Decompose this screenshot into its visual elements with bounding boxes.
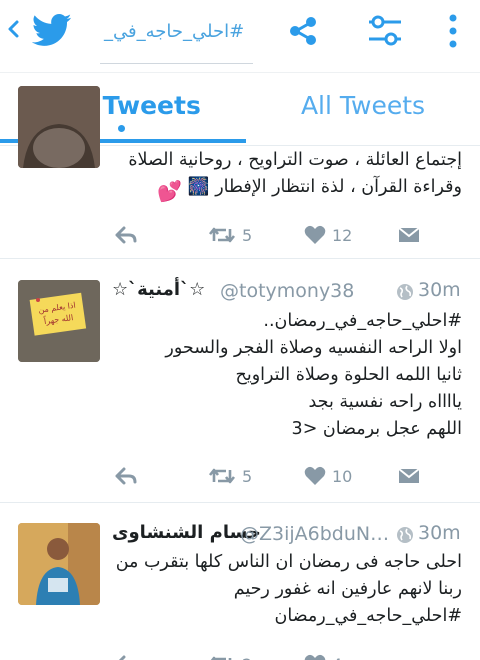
app-bar: #احلي_حاجه_في_ — [0, 0, 480, 72]
user-handle[interactable]: @totymony38 — [220, 280, 354, 302]
tweet-text-line: ربنا لانهم عارفين انه غفور رحيم — [233, 579, 462, 599]
retweet-count: 5 — [242, 225, 253, 245]
tweet-item[interactable]: حسام الشنشاوى @Z3ijA6bduN… 30m احلى حاجه… — [0, 503, 480, 660]
tweet-actions: 5 12 — [112, 220, 432, 250]
avatar[interactable] — [18, 523, 100, 605]
tweet-text-line: إجتماع العائلة ، صوت التراويح ، روحانية … — [128, 150, 462, 170]
like-count: 10 — [332, 466, 353, 486]
tweet-text-line: احلى حاجه فى رمضان ان الناس كلها بتقرب م… — [115, 552, 462, 572]
user-handle[interactable]: @Z3ijA6bduN… — [240, 523, 389, 545]
twitter-bird-icon[interactable] — [30, 10, 74, 50]
tweet-actions: 5 10 — [112, 461, 432, 491]
message-icon[interactable] — [398, 220, 420, 250]
tab-all-tweets[interactable]: All Tweets — [246, 73, 480, 143]
like-button[interactable]: 10 — [304, 461, 352, 491]
filter-sliders-icon[interactable] — [366, 12, 404, 50]
tweet-text-line: #احلي_حاجه_في_رمضان — [274, 606, 462, 626]
reply-icon[interactable] — [114, 649, 138, 660]
retweet-count: 5 — [242, 466, 253, 486]
search-query-text: #احلي_حاجه_في_ — [104, 21, 245, 42]
retweet-button[interactable]: 5 — [208, 220, 252, 250]
tweet-time: 30m — [418, 279, 461, 301]
tweet-time: 30m — [418, 522, 461, 544]
globe-icon — [397, 284, 413, 300]
like-count: 12 — [332, 225, 353, 245]
retweet-icon — [208, 227, 236, 243]
new-items-dot — [118, 125, 125, 132]
avatar[interactable] — [18, 86, 100, 168]
search-query-field[interactable]: #احلي_حاجه_في_ — [100, 8, 253, 64]
globe-icon — [397, 527, 413, 543]
like-count: 4 — [332, 655, 342, 660]
tweet-item[interactable]: إجتماع العائلة ، صوت التراويح ، روحانية … — [0, 86, 480, 259]
heart-icon — [304, 466, 326, 485]
retweet-button[interactable]: 2 — [208, 649, 252, 660]
tweet-actions: 2 4 — [112, 649, 432, 660]
retweet-icon — [208, 468, 236, 484]
tweet-text-line: اللهم عجل برمضان <3 — [291, 419, 462, 439]
tweet-text-line: اولا الراحه النفسيه وصلاة الفجر والسحور — [165, 338, 462, 358]
reply-icon[interactable] — [114, 461, 138, 491]
tweet-text-line: يااااه راحه نفسية بجد — [308, 392, 462, 412]
avatar[interactable]: اذا يعلم من الله جهراً — [18, 280, 100, 362]
user-name[interactable]: حسام الشنشاوى — [112, 522, 261, 543]
tweet-item[interactable]: اذا يعلم من الله جهراً ☆`أمنية`☆ @totymo… — [0, 259, 480, 503]
like-button[interactable]: 12 — [304, 220, 352, 250]
tweet-text-line: وقراءة القرآن ، لذة انتظار الإفطار 🎆 — [187, 177, 462, 197]
heart-icon — [304, 654, 326, 660]
like-button[interactable]: 4 — [304, 649, 342, 660]
user-name[interactable]: ☆`أمنية`☆ — [112, 279, 205, 300]
tweet-text-line: ثانيا اللمه الحلوة وصلاة التراويح — [235, 365, 462, 385]
retweet-button[interactable]: 5 — [208, 461, 252, 491]
share-icon[interactable] — [286, 14, 320, 48]
retweet-icon — [210, 656, 232, 660]
more-vert-icon[interactable] — [446, 12, 460, 50]
tweet-header: ☆`أمنية`☆ @totymony38 30m — [112, 279, 464, 309]
message-icon[interactable] — [398, 461, 420, 491]
retweet-count: 2 — [242, 655, 252, 660]
tweet-text-line: #احلي_حاجه_في_رمضان.. — [263, 311, 462, 331]
reply-icon[interactable] — [114, 220, 138, 250]
chevron-left-icon[interactable] — [6, 18, 22, 40]
heart-icon — [304, 225, 326, 244]
tweet-text-line: 💕 — [157, 179, 182, 203]
tweet-header: حسام الشنشاوى @Z3ijA6bduN… 30m — [112, 522, 464, 552]
